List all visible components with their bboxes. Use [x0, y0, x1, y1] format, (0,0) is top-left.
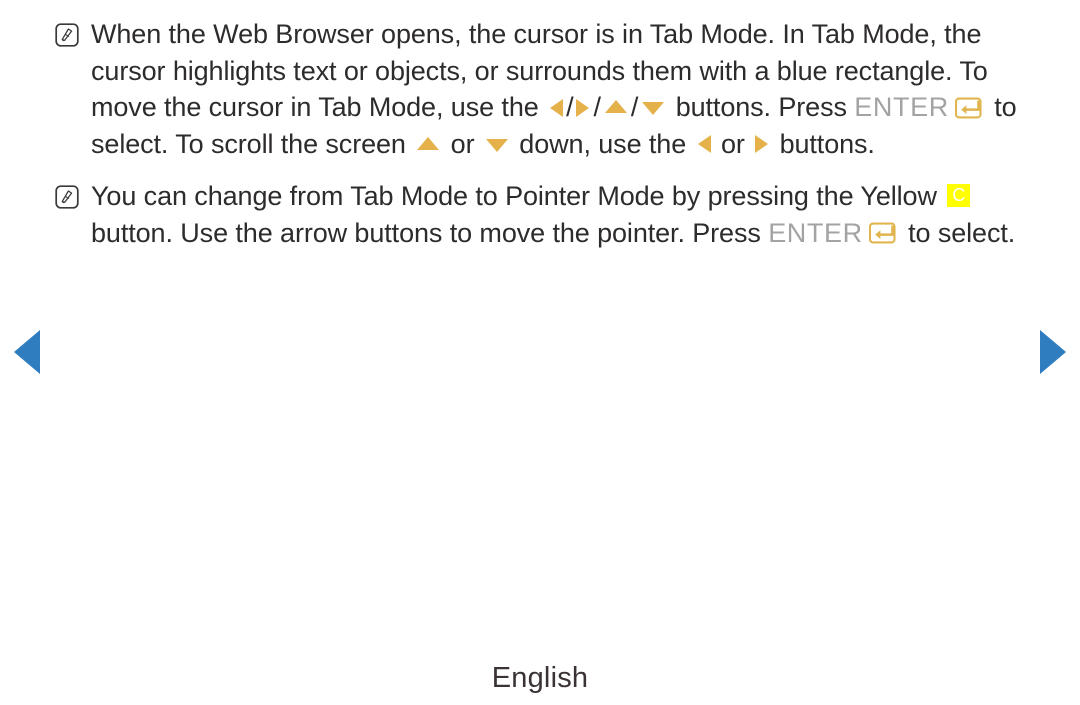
note-text-tab-mode: When the Web Browser opens, the cursor i…	[91, 16, 1040, 162]
enter-key-icon	[868, 222, 899, 244]
arrow-up-icon	[604, 100, 627, 114]
note-block-tab-mode: When the Web Browser opens, the cursor i…	[0, 16, 1080, 162]
note1-sep1: /	[566, 92, 574, 122]
arrow-right-icon	[755, 135, 769, 154]
enter-key-icon	[954, 97, 985, 119]
note1-text-part5: buttons.	[779, 128, 875, 159]
note1-text-part2: buttons. Press	[675, 92, 847, 122]
yellow-color-button-icon: C	[947, 184, 971, 208]
note1-or1: or	[450, 128, 475, 159]
note-pencil-icon	[55, 23, 79, 47]
next-page-arrow-icon[interactable]	[1040, 330, 1066, 374]
previous-page-arrow-icon[interactable]	[14, 330, 40, 374]
manual-content: When the Web Browser opens, the cursor i…	[0, 0, 1080, 251]
note-pencil-icon	[55, 185, 79, 209]
language-footer-label: English	[491, 662, 589, 694]
note2-text-part3: to select.	[908, 217, 1016, 248]
arrow-left-icon	[550, 98, 564, 117]
note-block-pointer-mode: You can change from Tab Mode to Pointer …	[0, 178, 1080, 251]
arrow-up-icon	[417, 136, 440, 150]
enter-key-label: ENTER	[854, 92, 949, 122]
note1-text-part4: down, use the	[519, 128, 687, 159]
note1-sep3: /	[630, 92, 639, 122]
enter-key-label: ENTER	[768, 217, 863, 248]
note1-sep2: /	[593, 92, 601, 122]
note2-text-part1: You can change from Tab Mode to Pointer …	[91, 181, 937, 211]
note2-text-part2: button. Use the arrow buttons to move th…	[91, 217, 761, 248]
arrow-down-icon	[485, 138, 508, 152]
note-text-pointer-mode: You can change from Tab Mode to Pointer …	[91, 178, 1040, 251]
arrow-left-icon	[697, 135, 711, 154]
note1-or2: or	[720, 128, 745, 159]
arrow-down-icon	[642, 102, 665, 116]
arrow-right-icon	[576, 98, 590, 117]
